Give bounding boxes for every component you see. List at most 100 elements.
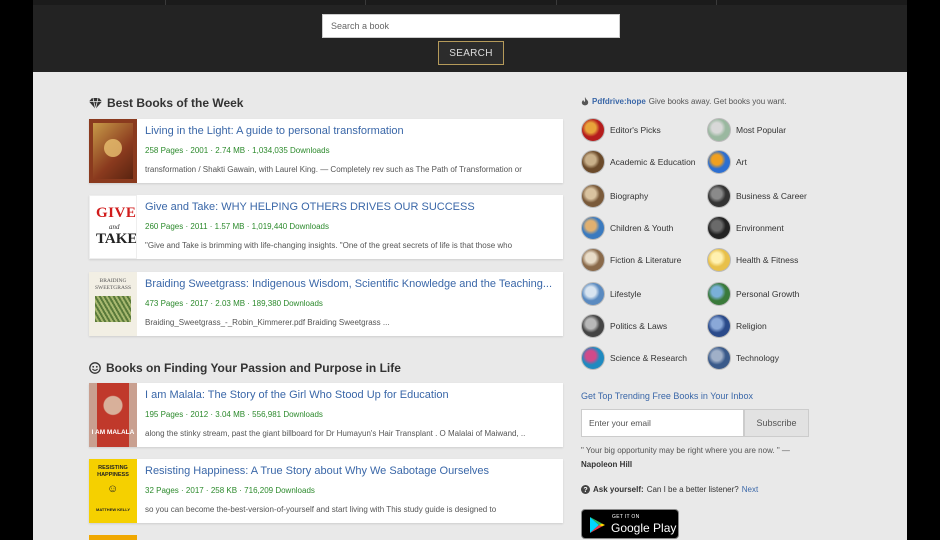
fire-icon [581,97,589,106]
book-title-link[interactable]: Give and Take: WHY HELPING OTHERS DRIVES… [145,201,559,213]
google-play-icon [590,517,605,533]
subscribe-button[interactable]: Subscribe [744,409,809,437]
book-title-link[interactable]: Living in the Light: A guide to personal… [145,125,559,137]
category-link[interactable]: Environment [707,216,784,240]
category-link[interactable]: Fiction & Literature [581,248,681,272]
category-label: Science & Research [610,353,688,363]
category-label: Fiction & Literature [610,255,682,265]
question-circle-icon: ? [581,485,590,494]
book-meta: 32 Pages · 2017 · 258 KB · 716,209 Downl… [145,486,315,495]
children-icon [581,216,605,240]
cover-text: MATTHEW KELLY [96,507,130,512]
category-label: Children & Youth [610,223,674,233]
business-icon [707,184,731,208]
category-link[interactable]: Technology [707,346,779,370]
ask-label: Ask yourself: [593,485,644,494]
book-meta: 195 Pages · 2012 · 3.04 MB · 556,981 Dow… [145,410,323,419]
art-icon [707,150,731,174]
category-link[interactable]: Academic & Education [581,150,696,174]
technology-icon [707,346,731,370]
category-label: Academic & Education [610,157,696,167]
book-title-link[interactable]: Braiding Sweetgrass: Indigenous Wisdom, … [145,278,559,290]
book-description: "Give and Take is brimming with life-cha… [145,241,513,250]
category-link[interactable]: Art [707,150,747,174]
top-nav-strip [33,0,907,5]
category-link[interactable]: Personal Growth [707,282,799,306]
book-card[interactable]: GIVE and TAKE. Give and Take: WHY HELPIN… [89,195,563,259]
category-label: Health & Fitness [736,255,799,265]
category-link[interactable]: Lifestyle [581,282,641,306]
cover-text: SWEETGRASS [94,285,132,291]
category-label: Personal Growth [736,289,800,299]
biography-icon [581,184,605,208]
cover-text: GIVE [96,205,137,221]
book-title-link[interactable]: I am Malala: The Story of the Girl Who S… [145,389,559,401]
email-field[interactable] [581,409,744,437]
category-label: Art [736,157,747,167]
category-link[interactable]: Politics & Laws [581,314,667,338]
sidebar-intro-text: Give books away. Get books you want. [648,97,787,106]
section-title-passion: Books on Finding Your Passion and Purpos… [89,361,401,375]
quote-author: Napoleon Hill [581,460,633,469]
category-link[interactable]: Editor's Picks [581,118,661,142]
book-cover[interactable]: RESISTING HAPPINESS ☺ MATTHEW KELLY [89,459,137,523]
book-cover[interactable]: BRAIDING SWEETGRASS [89,272,137,336]
book-card[interactable]: Living in the Light: A guide to personal… [89,119,563,183]
svg-text:?: ? [583,487,587,494]
category-link[interactable]: Most Popular [707,118,786,142]
book-cover[interactable]: GIVE and TAKE. [89,195,137,259]
search-button[interactable]: SEARCH [438,41,504,65]
gplay-small-text: GET IT ON [612,514,640,520]
brand-link[interactable]: Pdfdrive:hope [592,97,646,106]
header: SEARCH [33,0,907,72]
book-title-link[interactable]: Resisting Happiness: A True Story about … [145,465,559,477]
category-label: Environment [736,223,784,233]
inbox-title: Get Top Trending Free Books in Your Inbo… [581,391,753,401]
book-cover-partial[interactable] [89,535,137,540]
personal-growth-icon [707,282,731,306]
cover-text: HAPPINESS [97,472,129,478]
science-icon [581,346,605,370]
book-meta: 473 Pages · 2017 · 2.03 MB · 189,380 Dow… [145,299,323,308]
cover-text: BRAIDING [99,278,127,284]
smiley-icon: ☺ [107,483,119,495]
lifestyle-icon [581,282,605,306]
book-card[interactable]: BRAIDING SWEETGRASS Braiding Sweetgrass:… [89,272,563,336]
category-link[interactable]: Business & Career [707,184,807,208]
category-link[interactable]: Health & Fitness [707,248,798,272]
category-link[interactable]: Children & Youth [581,216,673,240]
category-link[interactable]: Science & Research [581,346,687,370]
book-cover[interactable] [89,119,137,183]
section-title-text: Best Books of the Week [107,96,244,110]
category-label: Biography [610,191,649,201]
cover-text: TAKE. [96,231,137,247]
cover-text: RESISTING [98,465,128,471]
diamond-icon [89,97,102,109]
next-link[interactable]: Next [742,485,758,494]
google-play-badge[interactable]: GET IT ON Google Play [581,509,679,539]
cover-text: and [109,223,120,231]
health-icon [707,248,731,272]
academic-icon [581,150,605,174]
book-description: so you can become the-best-version-of-yo… [145,505,497,514]
book-meta: 260 Pages · 2011 · 1.57 MB · 1,019,440 D… [145,222,329,231]
section-title-text: Books on Finding Your Passion and Purpos… [106,361,401,375]
category-link[interactable]: Religion [707,314,767,338]
book-card[interactable]: RESISTING HAPPINESS ☺ MATTHEW KELLY Resi… [89,459,563,523]
sidebar-intro: Pdfdrive:hope Give books away. Get books… [581,97,786,106]
category-label: Business & Career [736,191,807,201]
fiction-icon [581,248,605,272]
search-input[interactable] [322,14,620,38]
category-link[interactable]: Biography [581,184,648,208]
gplay-big-text: Google Play [611,521,677,535]
book-card[interactable]: I AM MALALA I am Malala: The Story of th… [89,383,563,447]
page: SEARCH Best Books of the Week Living in … [33,0,907,540]
category-label: Most Popular [736,125,787,135]
book-meta: 258 Pages · 2001 · 2.74 MB · 1,034,035 D… [145,146,330,155]
category-label: Lifestyle [610,289,642,299]
book-cover[interactable]: I AM MALALA [89,383,137,447]
category-label: Politics & Laws [610,321,668,331]
religion-icon [707,314,731,338]
cover-text: I AM MALALA [91,429,135,436]
ask-question: Can I be a better listener? [646,485,739,494]
